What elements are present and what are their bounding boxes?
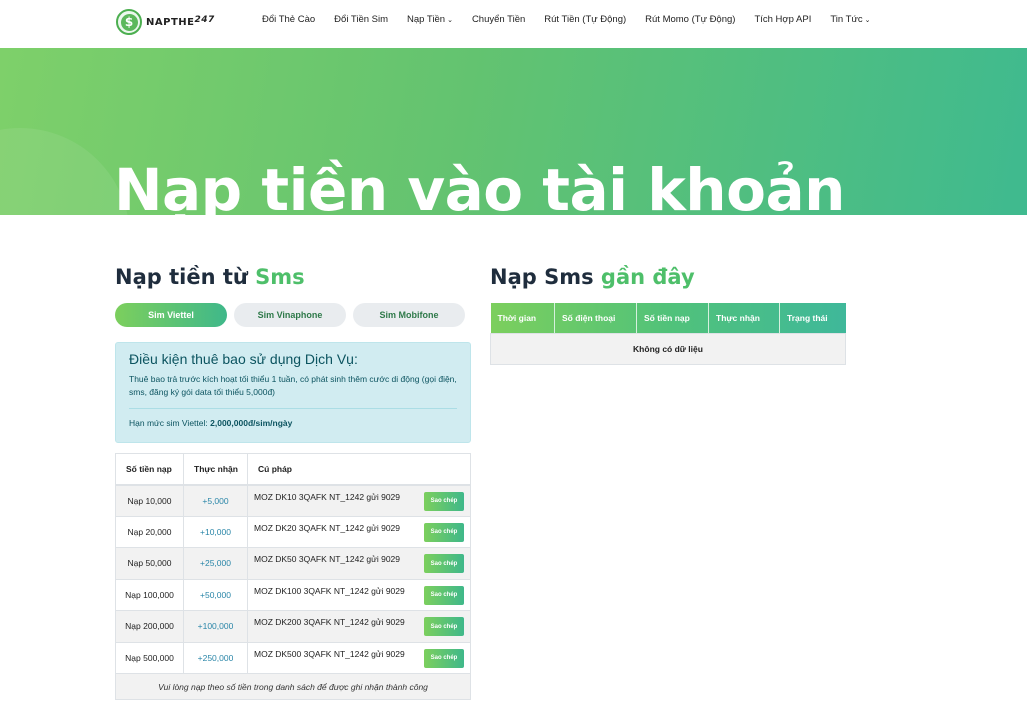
copy-button[interactable]: Sao chép	[424, 491, 464, 511]
syntax-cell: MOZ DK100 3QAFK NT_1242 gửi 9029 Sao chép	[247, 578, 471, 611]
nav-item-rut-tien[interactable]: Rút Tiền (Tự Động)	[544, 14, 626, 25]
copy-button[interactable]: Sao chép	[424, 648, 464, 668]
service-conditions-alert: Điều kiện thuê bao sử dụng Dịch Vụ: Thuê…	[115, 342, 471, 443]
notice-text: Thuê bao trả trước kích hoạt tối thiểu 1…	[129, 374, 457, 397]
syntax-text: MOZ DK20 3QAFK NT_1242 gửi 9029	[254, 522, 401, 533]
syntax-cell: MOZ DK20 3QAFK NT_1242 gửi 9029 Sao chép	[247, 515, 471, 548]
copy-button[interactable]: Sao chép	[424, 522, 464, 542]
copy-button[interactable]: Sao chép	[424, 554, 464, 573]
nav-item-tin-tuc[interactable]: Tin Tức ⌄	[830, 14, 870, 25]
copy-button[interactable]: Sao chép	[424, 585, 464, 605]
sim-limit: Hạn mức sim Viettel: 2,000,000đ/sim/ngày	[129, 418, 293, 428]
tab-sim-viettel[interactable]: Sim Viettel	[115, 303, 227, 327]
receive-cell: +25,000	[183, 547, 248, 580]
carrier-tabs: Sim Viettel Sim Vinaphone Sim Mobifone	[115, 303, 472, 327]
amount-cell: Nạp 10,000	[115, 484, 184, 517]
sms-topup-title: Nạp tiền từ Sms	[115, 265, 305, 289]
syntax-text: MOZ DK200 3QAFK NT_1242 gửi 9029	[254, 617, 405, 628]
chevron-down-icon: ⌄	[447, 17, 453, 24]
syntax-cell: MOZ DK500 3QAFK NT_1242 gửi 9029 Sao chép	[247, 641, 471, 674]
hero-banner: Nạp tiền vào tài khoản	[0, 48, 1027, 215]
table-header-row: Số tiền nạp Thực nhận Cú pháp	[115, 453, 471, 486]
table-row: Nạp 20,000 +10,000 MOZ DK20 3QAFK NT_124…	[115, 515, 471, 548]
chevron-down-icon: ⌄	[864, 17, 871, 24]
column-header: Số tiền nạp	[115, 453, 184, 486]
column-header: Số tiền nạp	[636, 303, 709, 333]
sms-syntax-table: Số tiền nạp Thực nhận Cú pháp Nạp 10,000…	[115, 453, 471, 700]
site-logo[interactable]: $ NAPTHE247	[116, 8, 215, 36]
nav-item-tich-hop-api[interactable]: Tích Hợp API	[754, 14, 811, 25]
nav-item-doi-the-cao[interactable]: Đổi Thẻ Cào	[262, 14, 315, 25]
amount-cell: Nạp 500,000	[115, 641, 184, 674]
decorative-circle	[0, 128, 130, 215]
receive-cell: +100,000	[183, 610, 248, 643]
table-header-row: Thời gian Số điện thoại Số tiền nạp Thực…	[490, 303, 846, 333]
table-row: Nạp 200,000 +100,000 MOZ DK200 3QAFK NT_…	[115, 610, 471, 643]
syntax-text: MOZ DK50 3QAFK NT_1242 gửi 9029	[254, 554, 401, 565]
column-header: Cú pháp	[247, 453, 471, 486]
nav-item-rut-momo[interactable]: Rút Momo (Tự Động)	[645, 14, 735, 25]
main-nav: Đổi Thẻ Cào Đổi Tiền Sim Nạp Tiền ⌄ Chuyể…	[262, 14, 889, 25]
column-header: Thời gian	[490, 303, 555, 333]
table-row: Nạp 100,000 +50,000 MOZ DK100 3QAFK NT_1…	[115, 578, 471, 611]
notice-title: Điều kiện thuê bao sử dụng Dịch Vụ:	[129, 351, 358, 367]
page-title: Nạp tiền vào tài khoản	[114, 156, 845, 215]
syntax-text: MOZ DK500 3QAFK NT_1242 gửi 9029	[254, 648, 405, 659]
syntax-text: MOZ DK10 3QAFK NT_1242 gửi 9029	[254, 491, 401, 502]
table-footnote: Vui lòng nạp theo số tiền trong danh sác…	[115, 673, 471, 700]
receive-cell: +5,000	[183, 484, 248, 517]
recent-sms-table: Thời gian Số điện thoại Số tiền nạp Thực…	[490, 303, 846, 365]
amount-cell: Nạp 50,000	[115, 547, 184, 580]
amount-cell: Nạp 20,000	[115, 515, 184, 548]
table-footer-row: Vui lòng nạp theo số tiền trong danh sác…	[115, 673, 471, 700]
amount-cell: Nạp 200,000	[115, 610, 184, 643]
receive-cell: +250,000	[183, 641, 248, 674]
table-row: Nạp 10,000 +5,000 MOZ DK10 3QAFK NT_1242…	[115, 484, 471, 517]
amount-cell: Nạp 100,000	[115, 578, 184, 611]
table-row: Nạp 500,000 +250,000 MOZ DK500 3QAFK NT_…	[115, 641, 471, 674]
syntax-cell: MOZ DK10 3QAFK NT_1242 gửi 9029 Sao chép	[247, 484, 471, 517]
dollar-coin-icon: $	[116, 9, 142, 35]
table-row: Nạp 50,000 +25,000 MOZ DK50 3QAFK NT_124…	[115, 547, 471, 580]
receive-cell: +50,000	[183, 578, 248, 611]
table-row: Không có dữ liệu	[490, 332, 846, 365]
nav-item-chuyen-tien[interactable]: Chuyển Tiền	[472, 14, 525, 25]
receive-cell: +10,000	[183, 515, 248, 548]
syntax-cell: MOZ DK50 3QAFK NT_1242 gửi 9029 Sao chép	[247, 547, 471, 580]
site-header: $ NAPTHE247 Đổi Thẻ Cào Đổi Tiền Sim Nạp…	[0, 0, 1027, 48]
column-header: Thực nhận	[183, 453, 248, 486]
tab-sim-vinaphone[interactable]: Sim Vinaphone	[234, 303, 346, 327]
copy-button[interactable]: Sao chép	[424, 617, 464, 636]
recent-sms-title: Nạp Sms gần đây	[490, 265, 695, 289]
tab-sim-mobifone[interactable]: Sim Mobifone	[353, 303, 465, 327]
column-header: Thực nhận	[708, 303, 780, 333]
syntax-text: MOZ DK100 3QAFK NT_1242 gửi 9029	[254, 585, 405, 596]
syntax-cell: MOZ DK200 3QAFK NT_1242 gửi 9029 Sao chép	[247, 610, 471, 643]
nav-item-nap-tien[interactable]: Nạp Tiền ⌄	[407, 14, 453, 25]
column-header: Trạng thái	[787, 312, 828, 323]
logo-text: NAPTHE247	[146, 14, 215, 28]
divider	[129, 408, 457, 409]
nav-item-doi-tien-sim[interactable]: Đổi Tiền Sim	[334, 14, 388, 25]
column-header: Số điện thoại	[554, 303, 637, 333]
empty-state: Không có dữ liệu	[490, 332, 846, 365]
